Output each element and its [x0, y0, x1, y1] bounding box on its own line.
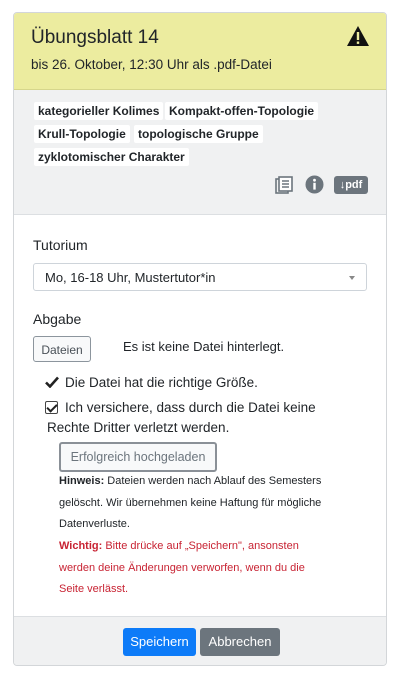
important-line3: Seite verlässt. [59, 583, 129, 595]
warning-triangle-icon [347, 26, 369, 46]
cancel-button[interactable]: Abbrechen [200, 628, 280, 656]
choose-files-button[interactable]: Dateien [33, 336, 91, 362]
checkmark-icon [45, 376, 59, 388]
card-footer: Speichern Abbrechen [14, 616, 386, 665]
tags-section: kategorieller Kolimes Kompakt-offen-Topo… [14, 90, 386, 215]
info-icon[interactable] [305, 175, 324, 194]
tag[interactable]: topologische Gruppe [134, 125, 263, 143]
form-body: Tutorium Mo, 16-18 Uhr, Mustertutor*in A… [14, 215, 386, 615]
tag[interactable]: kategorieller Kolimes [34, 102, 164, 120]
important-line1: Bitte drücke auf „Speichern", ansonsten [105, 540, 299, 552]
hint-note: Hinweis: Dateien werden nach Ablauf des … [59, 471, 359, 536]
page-title: Übungsblatt 14 [31, 27, 159, 48]
abgabe-label: Abgabe [33, 311, 82, 327]
rights-text-line1: Ich versichere, dass durch die Datei kei… [65, 400, 316, 415]
important-label: Wichtig: [59, 540, 103, 552]
deadline-text: bis 26. Oktober, 12:30 Uhr als .pdf-Date… [31, 57, 272, 72]
tag[interactable]: Krull-Topologie [34, 125, 130, 143]
size-ok-text: Die Datei hat die richtige Größe. [65, 375, 258, 390]
hint-label: Hinweis: [59, 475, 105, 487]
hint-line1: Dateien werden nach Ablauf des Semesters [107, 475, 322, 487]
card-header: Übungsblatt 14 bis 26. Oktober, 12:30 Uh… [14, 13, 386, 90]
tutorium-selected-value: Mo, 16-18 Uhr, Mustertutor*in [45, 270, 216, 285]
chevron-down-icon [349, 276, 355, 280]
tag[interactable]: Kompakt-offen-Topologie [165, 102, 319, 120]
rights-checkbox[interactable] [45, 401, 58, 414]
tutorium-select[interactable]: Mo, 16-18 Uhr, Mustertutor*in [33, 263, 367, 291]
save-button[interactable]: Speichern [123, 628, 196, 656]
no-file-text: Es ist keine Datei hinterlegt. [123, 339, 285, 354]
rights-text-line2: Rechte Dritter verletzt werden. [47, 420, 230, 435]
assignment-card: Übungsblatt 14 bis 26. Oktober, 12:30 Uh… [13, 12, 387, 666]
tag[interactable]: zyklotomischer Charakter [34, 148, 189, 166]
important-line2: werden deine Änderungen verworfen, wenn … [59, 561, 305, 574]
hint-line3: Datenverluste. [59, 518, 130, 530]
download-pdf-icon[interactable]: ↓pdf [334, 176, 368, 194]
upload-status-button[interactable]: Erfolgreich hochgeladen [59, 442, 217, 472]
document-list-icon[interactable] [275, 176, 293, 194]
tutorium-label: Tutorium [33, 237, 88, 253]
important-note: Wichtig: Bitte drücke auf „Speichern", a… [59, 536, 359, 601]
hint-line2: gelöscht. Wir übernehmen keine Haftung f… [59, 496, 322, 509]
